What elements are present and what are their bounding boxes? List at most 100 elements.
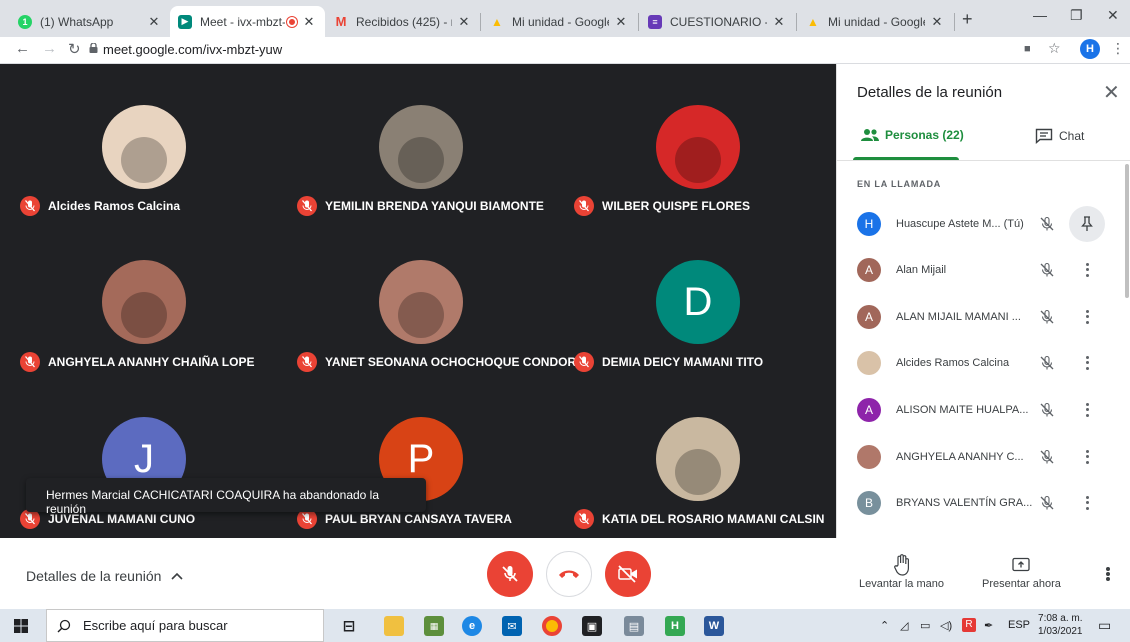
mic-toggle-button[interactable] [487, 551, 533, 597]
mail-icon[interactable]: ✉ [502, 616, 522, 636]
tab-gmail[interactable]: M Recibidos (425) - roxy.1 ✕ [326, 6, 480, 37]
more-options-icon[interactable] [1106, 567, 1110, 581]
participant-list-item[interactable]: B BRYANS VALENTÍN GRA... [837, 480, 1130, 526]
taskbar-search-input[interactable]: Escribe aquí para buscar [46, 609, 324, 642]
reload-icon[interactable]: ↻ [68, 40, 81, 58]
tab-drive-2[interactable]: ▲ Mi unidad - Google Dri ✕ [798, 6, 953, 37]
battery-icon[interactable]: ▭ [920, 619, 930, 632]
tab-separator [480, 13, 481, 31]
drive-icon: ▲ [491, 14, 503, 29]
participant-avatar: H [857, 212, 881, 236]
close-icon[interactable]: ✕ [613, 14, 629, 30]
tab-forms[interactable]: ≡ CUESTIONARIO - Form ✕ [640, 6, 795, 37]
new-tab-icon[interactable]: + [962, 9, 973, 30]
clock-time: 7:08 a. m. [1038, 613, 1083, 624]
clock-date: 1/03/2021 [1038, 626, 1083, 637]
language-indicator[interactable]: ESP [1008, 619, 1030, 631]
meeting-details-button[interactable]: Detalles de la reunión [26, 568, 183, 584]
h-app-icon[interactable]: H [665, 616, 685, 636]
mic-off-icon [297, 509, 317, 529]
participant-tile[interactable]: P PAUL BRYAN CANSAYA TAVERA [287, 64, 557, 529]
participant-tile[interactable]: KATIA DEL ROSARIO MAMANI CALSIN [564, 64, 834, 529]
pin-button[interactable] [1069, 206, 1105, 242]
forward-icon[interactable]: → [42, 40, 57, 57]
pen-icon[interactable]: ✒ [984, 619, 993, 632]
more-options-icon[interactable] [1081, 449, 1093, 465]
participant-avatar: B [857, 491, 881, 515]
panel-scrollbar[interactable] [1125, 164, 1129, 298]
participant-name: PAUL BRYAN CANSAYA TAVERA [325, 512, 512, 526]
tab-chat-label: Chat [1059, 129, 1085, 143]
url-input[interactable]: meet.google.com/ivx-mbzt-yuw [103, 42, 282, 57]
raise-hand-button[interactable]: Levantar la mano [859, 552, 944, 590]
tab-people-label: Personas (22) [885, 128, 964, 142]
camera-off-icon [618, 565, 637, 583]
close-icon[interactable]: ✕ [771, 14, 787, 30]
meeting-details-label: Detalles de la reunión [26, 568, 162, 584]
close-panel-icon[interactable]: ✕ [1103, 80, 1120, 105]
participant-photo [398, 292, 444, 338]
camera-icon[interactable]: ■ [1024, 43, 1031, 55]
more-options-icon[interactable] [1081, 262, 1093, 278]
people-icon [861, 129, 879, 141]
participant-name: Alan Mijail [896, 264, 947, 276]
camera-toggle-button[interactable] [605, 551, 651, 597]
close-icon[interactable]: ✕ [456, 14, 472, 30]
mic-off-icon [20, 352, 40, 372]
participant-list-item[interactable]: ANGHYELA ANANHY C... [837, 434, 1130, 480]
taskbar-clock[interactable]: 7:08 a. m. 1/03/2021 [1038, 612, 1083, 638]
close-icon[interactable]: ✕ [146, 14, 162, 30]
participant-list-item[interactable]: A ALAN MIJAIL MAMANI ... [837, 294, 1130, 340]
bookmark-star-icon[interactable]: ☆ [1048, 40, 1061, 57]
tab-drive[interactable]: ▲ Mi unidad - Google Dri ✕ [482, 6, 637, 37]
participant-list-item[interactable]: A Alan Mijail [837, 247, 1130, 293]
tab-title: Recibidos (425) - roxy.1 [356, 14, 452, 29]
participant-name: YANET SEONANA OCHOCHOQUE CONDORI [325, 355, 580, 369]
app-icon[interactable]: ▤ [624, 616, 644, 636]
chrome-icon[interactable] [542, 616, 562, 636]
more-options-icon[interactable] [1081, 309, 1093, 325]
notification-icon[interactable]: ▭ [1098, 617, 1111, 634]
tab-title: Mi unidad - Google Dri [828, 14, 925, 29]
network-icon[interactable]: ◿ [900, 619, 908, 632]
store-icon[interactable]: ▣ [582, 616, 602, 636]
participant-list-item[interactable]: A ALISON MAITE HUALPA... [837, 387, 1130, 433]
calendar-app-icon[interactable]: ▦ [424, 616, 444, 636]
participant-list-item[interactable]: Alcides Ramos Calcina [837, 340, 1130, 386]
tab-people[interactable]: Personas (22) [861, 128, 964, 142]
file-explorer-icon[interactable] [384, 616, 404, 636]
antivirus-icon[interactable]: R [962, 618, 976, 632]
leave-call-button[interactable] [546, 551, 592, 597]
participant-list-item[interactable]: H Huascupe Astete M... (Tú) [837, 201, 1130, 247]
back-icon[interactable]: ← [15, 40, 30, 57]
raise-hand-label: Levantar la mano [859, 578, 944, 590]
participant-avatar: A [857, 398, 881, 422]
volume-icon[interactable]: ◁) [940, 619, 952, 632]
more-options-icon[interactable] [1081, 355, 1093, 371]
word-icon[interactable]: W [704, 616, 724, 636]
close-icon[interactable]: ✕ [301, 14, 317, 30]
close-icon[interactable]: ✕ [929, 14, 945, 30]
profile-avatar[interactable]: H [1080, 39, 1100, 59]
participant-tile[interactable]: J JUVENAL MAMANI CUNO [10, 64, 280, 529]
more-options-icon[interactable] [1081, 495, 1093, 511]
address-bar: ← → ↻ meet.google.com/ivx-mbzt-yuw ■ ☆ H… [0, 37, 1130, 64]
tray-chevron-icon[interactable]: ⌃ [880, 619, 889, 632]
more-options-icon[interactable] [1081, 402, 1093, 418]
participant-name: ALAN MIJAIL MAMANI ... [896, 311, 1021, 323]
present-now-button[interactable]: Presentar ahora [982, 552, 1061, 590]
close-window-icon[interactable]: ✕ [1107, 7, 1119, 24]
tab-whatsapp[interactable]: 1 (1) WhatsApp ✕ [10, 6, 170, 37]
restore-icon[interactable]: ❐ [1070, 7, 1083, 24]
edge-browser-icon[interactable]: e [462, 616, 482, 636]
tab-separator [954, 13, 955, 31]
tab-meet[interactable]: ▶ Meet - ivx-mbzt-yu ✕ [170, 6, 325, 37]
tab-chat[interactable]: Chat [1035, 128, 1084, 144]
participant-avatar: A [857, 305, 881, 329]
participant-name-row: ANGHYELA ANANHY CHAIÑA LOPE [20, 352, 254, 372]
mic-off-icon [574, 509, 594, 529]
minimize-icon[interactable]: — [1033, 7, 1047, 23]
windows-start-icon[interactable] [14, 619, 28, 633]
browser-menu-icon[interactable]: ⋮ [1111, 40, 1125, 57]
task-view-icon[interactable]: ⊟ [339, 616, 359, 636]
